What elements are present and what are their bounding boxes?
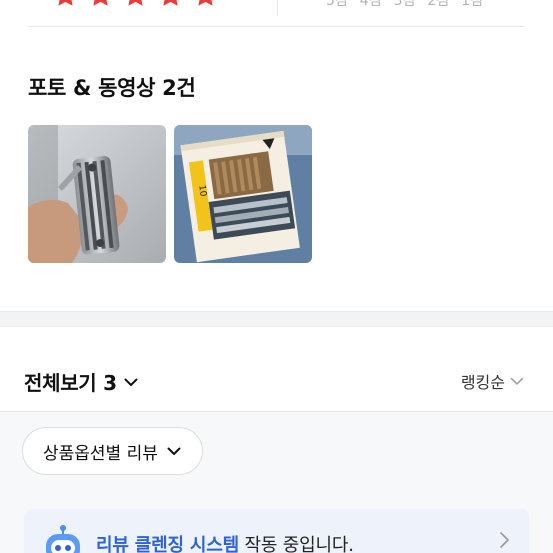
option-review-filter-button[interactable]: 상품옵션별 리뷰 (22, 427, 203, 475)
star-icon (93, 0, 108, 6)
review-photo-thumbnail-2[interactable]: 10 (174, 125, 312, 263)
dist-label-4: 4점 (359, 0, 382, 9)
chevron-down-icon (510, 377, 524, 385)
sort-dropdown[interactable]: 랭킹순 (461, 369, 525, 393)
media-section-title: 포토 & 동영상 2건 (28, 76, 196, 100)
screwdriver-box-photo-icon: 10 (174, 125, 312, 263)
section-band (0, 311, 553, 327)
cleansing-message: 리뷰 클렌징 시스템 작동 중입니다. (96, 531, 354, 553)
cleansing-rest: 작동 중입니다. (239, 535, 354, 553)
dist-label-1: 1점 (461, 0, 483, 9)
rating-summary: 5점 4점 3점 2점 1점 (0, 0, 553, 26)
star-rating (52, 0, 219, 9)
total-view-label: 전체보기 3 (24, 371, 117, 395)
star-icon (128, 0, 143, 6)
rating-distribution-labels: 5점 4점 3점 2점 1점 (326, 0, 483, 10)
option-chip-label: 상품옵션별 리뷰 (43, 443, 158, 464)
section-divider (28, 26, 525, 27)
dist-label-2: 2점 (427, 0, 450, 9)
cleansing-highlight: 리뷰 클렌징 시스템 (96, 535, 240, 553)
chevron-down-icon (124, 378, 138, 386)
chevron-right-icon (500, 532, 509, 548)
review-page: 5점 4점 3점 2점 1점 포토 & 동영상 2건 10 전체보기 3 랭킹순… (0, 0, 553, 553)
multitool-photo-icon (28, 125, 166, 263)
star-icon (163, 0, 178, 6)
review-photo-thumbnail-1[interactable] (28, 125, 166, 263)
rating-divider (277, 0, 278, 16)
dist-label-5: 5점 (326, 0, 348, 9)
review-cleansing-banner[interactable]: 리뷰 클렌징 시스템 작동 중입니다. (24, 509, 529, 553)
chevron-down-icon (167, 447, 181, 455)
star-icon (198, 0, 213, 6)
sort-label: 랭킹순 (460, 373, 505, 392)
total-view-dropdown[interactable]: 전체보기 3 (24, 367, 139, 396)
svg-text:10: 10 (196, 184, 208, 197)
robot-icon (46, 525, 80, 553)
star-icon (58, 0, 73, 6)
dist-label-3: 3점 (393, 0, 416, 9)
